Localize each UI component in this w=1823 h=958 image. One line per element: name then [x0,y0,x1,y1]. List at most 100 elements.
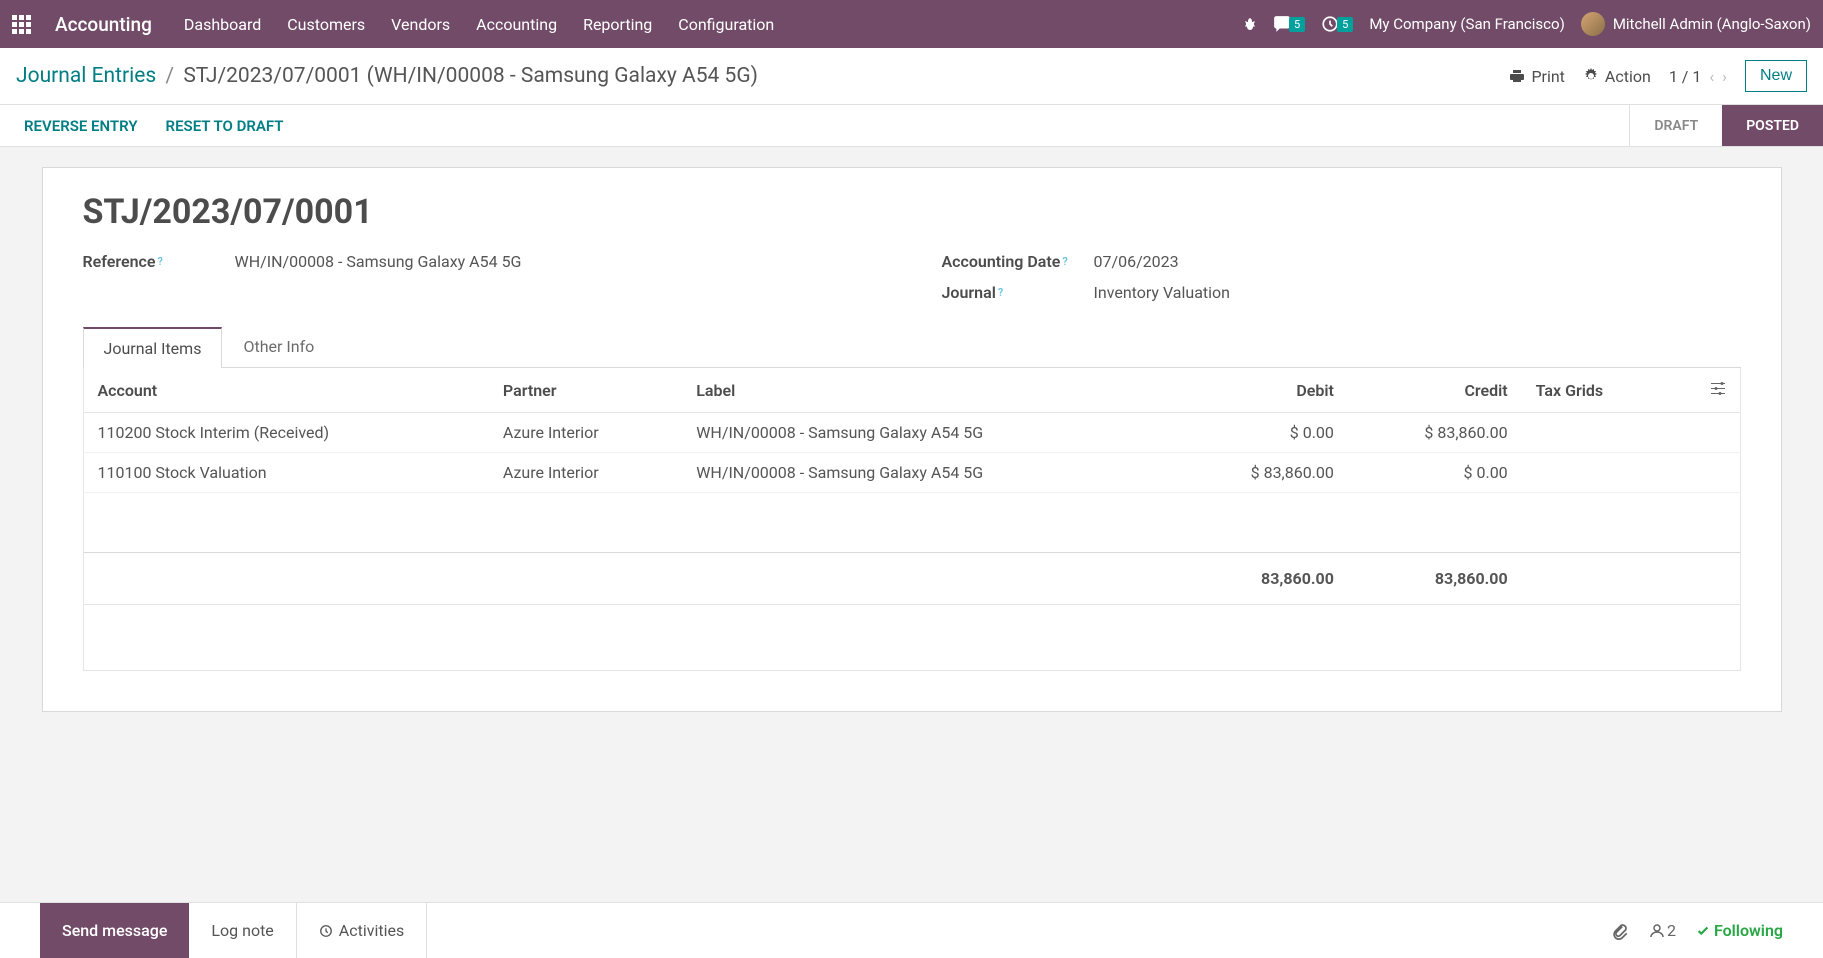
th-settings [1671,368,1740,413]
accounting-date-label: Accounting Date ? [942,252,1082,271]
reference-value: WH/IN/00008 - Samsung Galaxy A54 5G [235,252,522,271]
apps-icon[interactable] [12,15,31,34]
cell-account: 110200 Stock Interim (Received) [84,413,489,453]
cell-debit: $ 83,860.00 [1174,453,1348,493]
table-header-row: Account Partner Label Debit Credit Tax G… [84,368,1740,413]
reset-draft-button[interactable]: RESET TO DRAFT [166,117,284,135]
field-accounting-date: Accounting Date ? 07/06/2023 [942,252,1741,271]
table-footer-spacer [84,605,1740,670]
tabs: Journal Items Other Info [83,326,1741,368]
send-message-button[interactable]: Send message [40,903,189,958]
attachment-icon[interactable] [1611,922,1629,940]
fields-col-right: Accounting Date ? 07/06/2023 Journal ? I… [942,252,1741,302]
columns-settings-icon[interactable] [1710,381,1726,400]
cell-label: WH/IN/00008 - Samsung Galaxy A54 5G [682,453,1174,493]
total-credit: 83,860.00 [1348,553,1522,605]
company-selector[interactable]: My Company (San Francisco) [1369,15,1564,33]
table-row[interactable]: 110200 Stock Interim (Received) Azure In… [84,413,1740,453]
nav-accounting[interactable]: Accounting [476,15,557,34]
th-account[interactable]: Account [84,368,489,413]
content-wrap: STJ/2023/07/0001 Reference ? WH/IN/00008… [0,147,1823,712]
pager-count[interactable]: 1 / 1 [1669,67,1702,86]
entry-title: STJ/2023/07/0001 [83,192,1741,232]
table-row[interactable]: 110100 Stock Valuation Azure Interior WH… [84,453,1740,493]
accounting-date-value: 07/06/2023 [1094,252,1179,271]
topbar-actions: Print Action 1 / 1 ‹ › New [1509,60,1807,92]
totals-row: 83,860.00 83,860.00 [84,553,1740,605]
nav-links: Dashboard Customers Vendors Accounting R… [184,15,774,34]
activities-button[interactable]: Activities [297,903,427,958]
cell-partner: Azure Interior [489,453,682,493]
status-bar: DRAFT POSTED [1629,105,1823,146]
bug-icon[interactable] [1241,16,1257,32]
journal-items-table: Account Partner Label Debit Credit Tax G… [83,368,1741,671]
messages-badge: 5 [1289,17,1305,32]
messages-icon[interactable]: 5 [1273,15,1305,33]
field-reference: Reference ? WH/IN/00008 - Samsung Galaxy… [83,252,882,271]
user-menu[interactable]: Mitchell Admin (Anglo-Saxon) [1581,12,1811,36]
activities-icon[interactable]: 5 [1321,15,1353,33]
chatter-tabs: Send message Log note Activities [40,903,427,958]
total-debit: 83,860.00 [1174,553,1348,605]
print-button[interactable]: Print [1509,67,1564,86]
pager-prev-icon[interactable]: ‹ [1709,67,1714,86]
help-icon[interactable]: ? [998,286,1003,299]
topbar: Journal Entries / STJ/2023/07/0001 (WH/I… [0,48,1823,105]
cell-label: WH/IN/00008 - Samsung Galaxy A54 5G [682,413,1174,453]
field-journal: Journal ? Inventory Valuation [942,283,1741,302]
reverse-entry-button[interactable]: REVERSE ENTRY [24,117,138,135]
cell-tax [1522,413,1671,453]
th-credit[interactable]: Credit [1348,368,1522,413]
reference-label: Reference ? [83,252,223,271]
fields-col-left: Reference ? WH/IN/00008 - Samsung Galaxy… [83,252,882,302]
user-name: Mitchell Admin (Anglo-Saxon) [1613,15,1811,33]
nav-reporting[interactable]: Reporting [583,15,652,34]
cell-actions [1671,413,1740,453]
action-button[interactable]: Action [1583,67,1651,86]
cell-actions [1671,453,1740,493]
main-navbar: Accounting Dashboard Customers Vendors A… [0,0,1823,48]
cell-credit: $ 83,860.00 [1348,413,1522,453]
nav-customers[interactable]: Customers [287,15,365,34]
th-partner[interactable]: Partner [489,368,682,413]
tab-other-info[interactable]: Other Info [222,326,335,367]
cell-partner: Azure Interior [489,413,682,453]
activities-badge: 5 [1337,17,1353,32]
followers-count[interactable]: 2 [1649,921,1676,940]
action-links: REVERSE ENTRY RESET TO DRAFT [0,105,308,146]
journal-label: Journal ? [942,283,1082,302]
status-posted[interactable]: POSTED [1722,105,1823,146]
nav-configuration[interactable]: Configuration [678,15,774,34]
cell-debit: $ 0.00 [1174,413,1348,453]
table-spacer [84,493,1740,553]
nav-dashboard[interactable]: Dashboard [184,15,261,34]
breadcrumb-root[interactable]: Journal Entries [16,64,156,88]
pager: 1 / 1 ‹ › [1669,67,1727,86]
log-note-button[interactable]: Log note [189,903,296,958]
tab-journal-items[interactable]: Journal Items [83,327,223,368]
breadcrumb-separator: / [165,64,174,88]
cell-credit: $ 0.00 [1348,453,1522,493]
new-button[interactable]: New [1745,60,1807,92]
breadcrumb-current: STJ/2023/07/0001 (WH/IN/00008 - Samsung … [183,64,758,88]
help-icon[interactable]: ? [1062,255,1067,268]
chatter-right: 2 Following [1611,921,1783,940]
th-tax[interactable]: Tax Grids [1522,368,1671,413]
nav-right: 5 5 My Company (San Francisco) Mitchell … [1241,12,1811,36]
actionbar: REVERSE ENTRY RESET TO DRAFT DRAFT POSTE… [0,105,1823,147]
help-icon[interactable]: ? [158,255,163,268]
journal-value: Inventory Valuation [1094,283,1231,302]
pager-next-icon[interactable]: › [1722,67,1727,86]
avatar [1581,12,1605,36]
breadcrumb: Journal Entries / STJ/2023/07/0001 (WH/I… [16,64,758,88]
fields-row: Reference ? WH/IN/00008 - Samsung Galaxy… [83,252,1741,302]
cell-account: 110100 Stock Valuation [84,453,489,493]
th-label[interactable]: Label [682,368,1174,413]
app-name[interactable]: Accounting [55,13,152,36]
status-draft[interactable]: DRAFT [1630,105,1722,146]
following-button[interactable]: Following [1696,921,1783,940]
nav-vendors[interactable]: Vendors [391,15,450,34]
cell-tax [1522,453,1671,493]
form-sheet: STJ/2023/07/0001 Reference ? WH/IN/00008… [42,167,1782,712]
th-debit[interactable]: Debit [1174,368,1348,413]
